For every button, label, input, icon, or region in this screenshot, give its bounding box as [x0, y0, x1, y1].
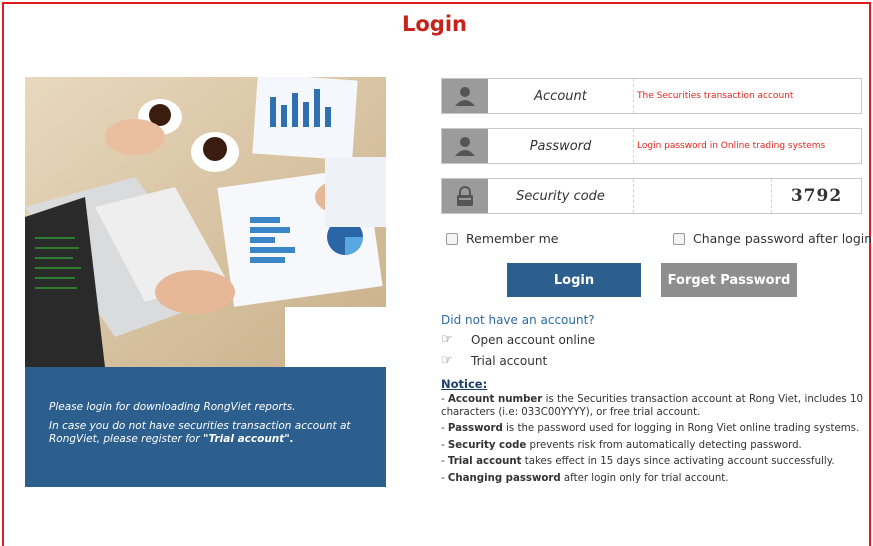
security-code-input[interactable]	[635, 179, 771, 213]
trial-account-label[interactable]: Trial account	[471, 354, 547, 368]
photo-caption: Please login for downloading RongViet re…	[25, 367, 386, 487]
caption-line1: Please login for downloading RongViet re…	[49, 401, 296, 413]
change-password-checkbox[interactable]: Change password after login	[673, 231, 872, 246]
account-label: Account	[488, 79, 634, 113]
notice-item: - Account number is the Securities trans…	[441, 394, 863, 418]
password-field: Password	[441, 128, 862, 164]
remember-me-checkbox[interactable]: Remember me	[446, 231, 558, 246]
open-account-label[interactable]: Open account online	[471, 333, 595, 347]
lock-icon	[442, 179, 488, 213]
security-code-field: Security code 3792	[441, 178, 862, 214]
checkbox-icon[interactable]	[446, 232, 458, 245]
notice-list: - Account number is the Securities trans…	[441, 394, 863, 489]
no-account-link[interactable]: Did not have an account?	[441, 313, 595, 327]
checkbox-icon[interactable]	[673, 232, 685, 245]
notice-item: - Security code prevents risk from autom…	[441, 439, 802, 451]
notice-item: - Trial account takes effect in 15 days …	[441, 456, 835, 467]
account-input[interactable]	[635, 79, 861, 113]
notice-title: Notice:	[441, 377, 488, 391]
account-field: Account	[441, 78, 862, 114]
pointing-hand-icon: ☞	[441, 332, 453, 347]
page-title: Login	[402, 12, 467, 36]
caption-line2: In case you do not have securities trans…	[49, 420, 351, 445]
password-input[interactable]	[635, 129, 861, 163]
trial-account-link[interactable]: ☞ Trial account	[441, 353, 547, 368]
business-meeting-photo	[25, 77, 386, 367]
password-label: Password	[488, 129, 634, 163]
open-account-link[interactable]: ☞ Open account online	[441, 332, 595, 347]
captcha-image[interactable]: 3792	[771, 179, 861, 213]
pointing-hand-icon: ☞	[441, 353, 453, 368]
user-icon	[442, 129, 488, 163]
change-password-label: Change password after login	[693, 231, 873, 246]
user-icon	[442, 79, 488, 113]
security-code-label: Security code	[488, 179, 634, 213]
remember-me-label: Remember me	[466, 231, 559, 246]
notice-item: - Changing password after login only for…	[441, 472, 729, 484]
notice-item: - Password is the password used for logg…	[441, 423, 860, 434]
forget-password-button[interactable]: Forget Password	[661, 263, 797, 297]
login-button[interactable]: Login	[507, 263, 641, 297]
